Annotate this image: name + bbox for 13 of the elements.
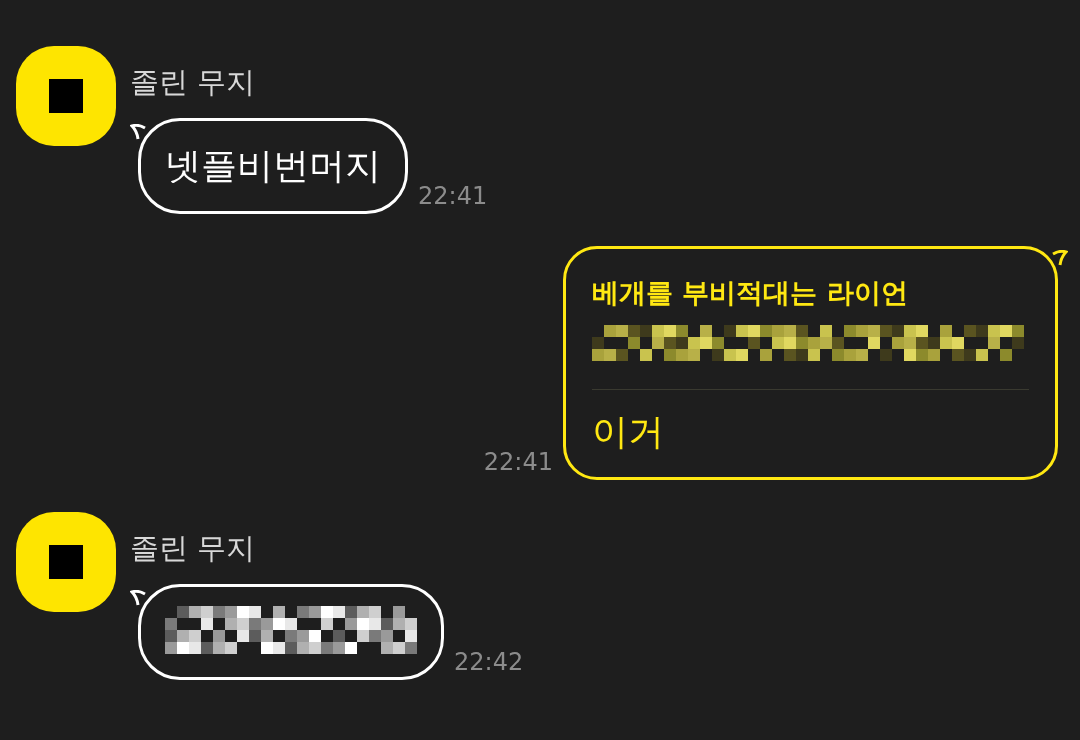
avatar-icon[interactable] bbox=[16, 46, 116, 146]
bubble-tail-icon bbox=[130, 590, 146, 606]
link-title[interactable]: 베개를 부비적대는 라이언 bbox=[592, 275, 1029, 311]
avatar-icon[interactable] bbox=[16, 512, 116, 612]
bubble-tail-icon bbox=[1052, 250, 1068, 266]
message-time: 22:41 bbox=[418, 182, 488, 210]
message-time: 22:42 bbox=[454, 648, 524, 676]
sender-name: 졸린 무지 bbox=[130, 64, 257, 101]
message-text: 이거 bbox=[592, 410, 665, 454]
bubble-tail-icon bbox=[130, 124, 146, 140]
message-time: 22:41 bbox=[483, 448, 553, 476]
sender-name: 졸린 무지 bbox=[130, 530, 257, 567]
message-text: 넷플비번머지 bbox=[165, 143, 381, 188]
